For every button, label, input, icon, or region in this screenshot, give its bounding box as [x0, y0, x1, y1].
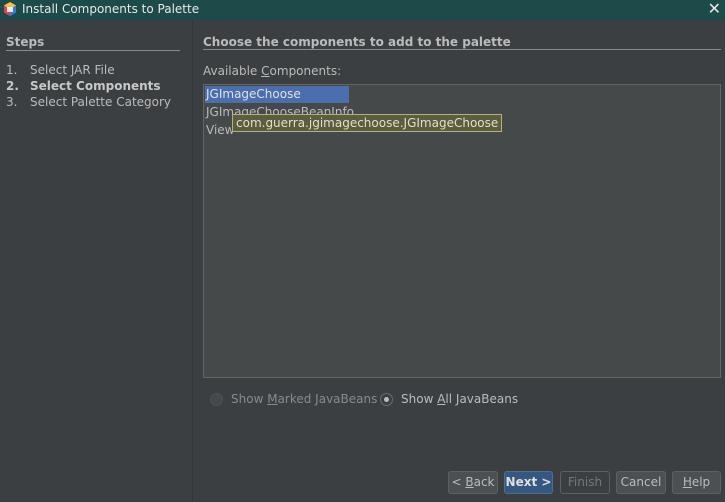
- back-button[interactable]: < Back: [448, 471, 498, 494]
- radio-unchecked-icon: [210, 392, 223, 406]
- available-components-label: Available Components:: [203, 64, 342, 78]
- title-bar: Install Components to Palette ✕: [0, 0, 725, 20]
- page-title: Choose the components to add to the pale…: [203, 35, 511, 49]
- radio-checked-icon: [380, 392, 393, 406]
- panel-divider: [192, 20, 193, 502]
- step-number: 1.: [6, 63, 18, 77]
- close-icon[interactable]: ✕: [708, 0, 721, 18]
- component-tooltip: com.guerra.jgimagechoose.JGImageChoose: [232, 114, 503, 132]
- step-label: Select JAR File: [30, 63, 115, 77]
- list-item[interactable]: JGImageChoose: [205, 86, 349, 103]
- cancel-button[interactable]: Cancel: [616, 471, 666, 494]
- step-number: 2.: [6, 79, 19, 93]
- steps-heading: Steps: [6, 35, 45, 49]
- step-label: Select Palette Category: [30, 95, 172, 109]
- show-marked-javabeans-radio[interactable]: Show Marked JavaBeans: [210, 392, 377, 406]
- netbeans-logo-icon: [4, 2, 16, 16]
- title-divider: [203, 49, 721, 50]
- step-select-jar-file: 1. Select JAR File: [6, 63, 115, 77]
- window-title: Install Components to Palette: [22, 2, 200, 16]
- step-select-palette-category: 3. Select Palette Category: [6, 95, 171, 109]
- steps-divider: [6, 50, 180, 51]
- step-label: Select Components: [30, 79, 161, 93]
- step-number: 3.: [6, 95, 18, 109]
- steps-panel: Steps 1. Select JAR File 2. Select Compone…: [0, 20, 192, 502]
- step-select-components: 2. Select Components: [6, 79, 161, 93]
- finish-button[interactable]: Finish: [560, 471, 610, 494]
- list-item[interactable]: View: [205, 122, 234, 139]
- help-button[interactable]: Help: [672, 471, 721, 494]
- show-all-javabeans-radio[interactable]: Show All JavaBeans: [380, 392, 518, 406]
- radio-label: Show All JavaBeans: [401, 392, 519, 406]
- next-button[interactable]: Next >: [504, 471, 553, 494]
- radio-label: Show Marked JavaBeans: [231, 392, 378, 406]
